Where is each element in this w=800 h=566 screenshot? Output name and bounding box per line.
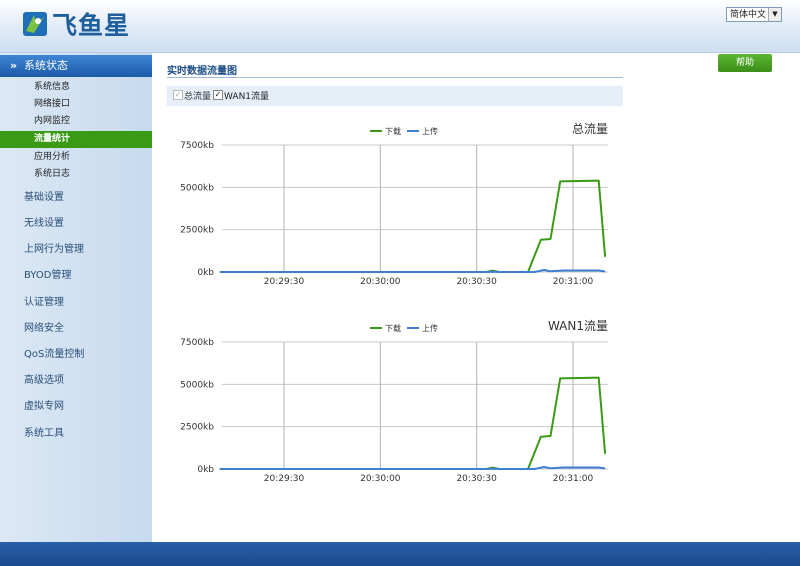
sidebar-item-label: 无线设置 [24,218,64,229]
chart-title: WAN1流量 [548,319,608,333]
sidebar-item-qos[interactable]: QoS流量控制 [0,342,152,368]
legend-download-label: 下载 [385,323,401,333]
sidebar-item-label: BYOD管理 [24,270,72,281]
wan1-traffic-label: WAN1流量 [224,92,270,102]
sidebar-item-behavior-management[interactable]: 上网行为管理 [0,237,152,263]
sidebar-item-label: 基础设置 [24,192,64,203]
download-series-line [219,179,607,273]
logo-mark-icon [22,11,48,37]
sidebar-subitem-label: 系统日志 [34,169,71,179]
footer-bar [0,542,800,566]
y-tick-label: 7500kb [180,338,214,348]
y-tick-label: 7500kb [180,141,214,151]
sidebar-subitem-network-interface[interactable]: 网络接口 [0,96,152,113]
sidebar-section-label: 系统状态 [24,59,68,72]
sidebar-subitem-label: 内网监控 [34,116,71,126]
sidebar-subitem-label: 系统信息 [34,82,71,92]
x-tick-label: 20:30:00 [360,277,401,287]
sidebar-item-vpn[interactable]: 虚拟专网 [0,394,152,420]
sidebar-item-network-security[interactable]: 网络安全 [0,316,152,342]
total-traffic-chart: 7500kb 5000kb 2500kb 0kb 20:29:30 20:30:00 20:… [180,122,608,287]
page-title: 实时数据流量图 [167,66,237,77]
help-button[interactable]: 帮助 [718,54,772,72]
total-traffic-label: 总流量 [184,92,212,102]
title-divider [167,77,623,78]
sidebar-subitem-system-log[interactable]: 系统日志 [0,166,152,183]
sidebar: » 系统状态 系统信息 网络接口 内网监控 流量统计 应用分析 系统日志 基础设… [0,53,152,542]
header: 飞鱼星 简体中文 ▼ [0,0,800,53]
sidebar-subitem-traffic-stats[interactable]: 流量统计 [0,131,152,148]
sidebar-subitem-label: 应用分析 [34,152,71,162]
sidebar-item-label: 高级选项 [24,375,64,386]
sidebar-item-auth-management[interactable]: 认证管理 [0,290,152,316]
total-traffic-checkbox: ✓ [173,90,183,100]
sidebar-item-advanced[interactable]: 高级选项 [0,368,152,394]
sidebar-subitem-system-info[interactable]: 系统信息 [0,79,152,96]
wan1-traffic-chart: 7500kb 5000kb 2500kb 0kb 20:29:30 20:30:00 20:… [180,319,608,484]
sidebar-item-label: 系统工具 [24,428,64,439]
sidebar-item-system-tools[interactable]: 系统工具 [0,421,152,447]
x-tick-label: 20:30:30 [456,277,497,287]
x-tick-label: 20:30:00 [360,474,401,484]
legend-upload-label: 上传 [422,323,438,333]
x-tick-label: 20:30:30 [456,474,497,484]
sidebar-subitem-lan-monitor[interactable]: 内网监控 [0,113,152,130]
y-tick-label: 0kb [197,465,214,475]
y-tick-label: 2500kb [180,226,214,236]
chevron-down-icon: ▼ [768,8,781,21]
y-tick-label: 2500kb [180,423,214,433]
brand-name: 飞鱼星 [52,11,131,40]
legend-upload-label: 上传 [422,126,438,136]
chart-filter-bar: ✓ 总流量 ✓ WAN1流量 [167,86,623,106]
sidebar-item-label: QoS流量控制 [24,349,85,360]
sidebar-item-basic-settings[interactable]: 基础设置 [0,185,152,211]
x-tick-label: 20:31:00 [553,277,594,287]
download-series-line [219,376,607,470]
sidebar-subitem-label: 流量统计 [34,134,71,144]
language-select[interactable]: 简体中文 ▼ [726,7,782,22]
sidebar-section-system-status[interactable]: » 系统状态 [0,55,152,77]
sidebar-item-label: 认证管理 [24,297,64,308]
sidebar-subitem-app-analysis[interactable]: 应用分析 [0,149,152,166]
sidebar-item-label: 上网行为管理 [24,244,84,255]
x-tick-label: 20:29:30 [264,277,305,287]
y-tick-label: 0kb [197,268,214,278]
sidebar-item-label: 网络安全 [24,323,64,334]
logo: 飞鱼星 [22,6,130,42]
y-tick-label: 5000kb [180,380,214,390]
x-tick-label: 20:31:00 [553,474,594,484]
legend-download-label: 下载 [385,126,401,136]
double-chevron-icon: » [10,59,18,72]
wan1-traffic-checkbox[interactable]: ✓ [213,90,223,100]
sidebar-item-label: 虚拟专网 [24,401,64,412]
chart-title: 总流量 [572,122,608,136]
y-tick-label: 5000kb [180,183,214,193]
sidebar-item-wireless-settings[interactable]: 无线设置 [0,211,152,237]
x-tick-label: 20:29:30 [264,474,305,484]
sidebar-item-byod-management[interactable]: BYOD管理 [0,263,152,289]
sidebar-subitem-label: 网络接口 [34,99,71,109]
language-value: 简体中文 [730,10,767,20]
